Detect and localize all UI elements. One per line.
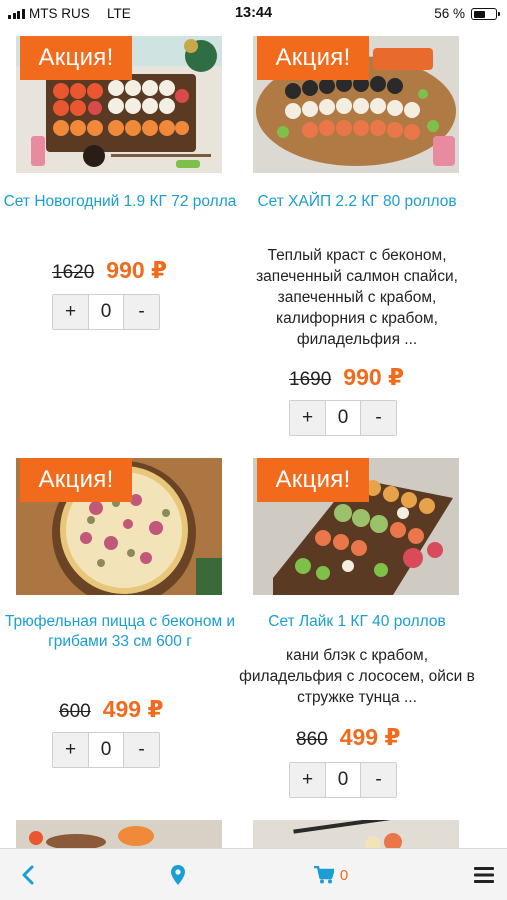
product-image[interactable]: Акция!	[253, 36, 459, 173]
cart-icon	[313, 866, 334, 884]
product-title[interactable]: Сет ХАЙП 2.2 КГ 80 роллов	[237, 192, 477, 212]
old-price: 1620	[52, 262, 95, 283]
battery-percent: 56 %	[434, 6, 465, 21]
product-image[interactable]: Акция!	[16, 458, 222, 595]
sale-price: 990 ₽	[343, 364, 405, 390]
sale-badge: Акция!	[257, 36, 369, 80]
cart-button[interactable]: 0	[308, 849, 354, 900]
cart-count: 0	[339, 866, 349, 884]
increase-button[interactable]: +	[53, 295, 88, 329]
quantity-field[interactable]: 0	[88, 733, 124, 767]
sale-price: 499 ₽	[339, 724, 401, 750]
decrease-button[interactable]: -	[361, 401, 396, 435]
quantity-stepper: + 0 -	[52, 294, 160, 330]
price-row: 1620 990 ₽	[52, 257, 167, 284]
product-description: кани блэк с крабом, филадельфия с лососе…	[239, 647, 475, 706]
old-price: 600	[59, 701, 91, 722]
product-image[interactable]: Акция!	[253, 458, 459, 595]
product-title[interactable]: Сет Новогодний 1.9 КГ 72 ролла	[0, 192, 240, 212]
bottom-navigation-bar: 0	[0, 848, 507, 900]
location-button[interactable]	[162, 849, 194, 900]
battery-icon	[471, 8, 500, 20]
map-pin-icon	[171, 865, 185, 885]
chevron-left-icon	[22, 865, 34, 885]
product-image[interactable]: Акция!	[16, 36, 222, 173]
product-image[interactable]	[16, 820, 222, 850]
increase-button[interactable]: +	[290, 401, 325, 435]
decrease-button[interactable]: -	[361, 763, 396, 797]
price-row: 600 499 ₽	[59, 696, 163, 723]
product-image[interactable]	[253, 820, 459, 850]
quantity-stepper: + 0 -	[52, 732, 160, 768]
sale-badge: Акция!	[20, 458, 132, 502]
old-price: 1690	[289, 369, 332, 390]
increase-button[interactable]: +	[290, 763, 325, 797]
decrease-button[interactable]: -	[124, 295, 159, 329]
sale-price: 499 ₽	[102, 696, 164, 722]
quantity-stepper: + 0 -	[289, 400, 397, 436]
quantity-field[interactable]: 0	[325, 401, 361, 435]
product-title[interactable]: Трюфельная пицца с беконом и грибами 33 …	[0, 612, 240, 652]
quantity-stepper: + 0 -	[289, 762, 397, 798]
old-price: 860	[296, 729, 328, 750]
quantity-field[interactable]: 0	[325, 763, 361, 797]
sale-badge: Акция!	[257, 458, 369, 502]
product-description: Теплый краст с беконом, запеченный салмо…	[256, 247, 458, 348]
increase-button[interactable]: +	[53, 733, 88, 767]
product-title[interactable]: Сет Лайк 1 КГ 40 роллов	[237, 612, 477, 632]
menu-icon	[474, 867, 494, 883]
decrease-button[interactable]: -	[124, 733, 159, 767]
sale-price: 990 ₽	[106, 257, 168, 283]
sale-badge: Акция!	[20, 36, 132, 80]
price-row: 1690 990 ₽	[289, 364, 404, 391]
status-time: 13:44	[234, 5, 273, 21]
price-row: 860 499 ₽	[296, 724, 400, 751]
menu-button[interactable]	[468, 849, 500, 900]
quantity-field[interactable]: 0	[88, 295, 124, 329]
back-button[interactable]	[10, 849, 46, 900]
status-bar: MTS RUS LTE 13:44 56 %	[0, 0, 507, 28]
